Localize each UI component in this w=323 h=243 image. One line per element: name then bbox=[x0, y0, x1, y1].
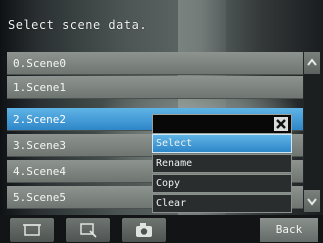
zoom-view-icon bbox=[80, 223, 97, 238]
context-menu-header bbox=[152, 114, 292, 134]
menu-item-select[interactable]: Select bbox=[152, 134, 292, 153]
page-title: Select scene data. bbox=[8, 18, 148, 32]
menu-item-rename[interactable]: Rename bbox=[152, 154, 292, 173]
chevron-up-icon bbox=[307, 58, 317, 66]
scene-list-item-1[interactable]: 1.Scene1 bbox=[7, 76, 303, 99]
scene-list-item-0[interactable]: 0.Scene0 bbox=[7, 52, 303, 75]
zoom-view-button[interactable] bbox=[66, 218, 110, 242]
bottom-toolbar: Back bbox=[0, 215, 323, 243]
close-icon bbox=[276, 119, 286, 129]
camera-button[interactable] bbox=[122, 218, 166, 242]
camera-icon bbox=[136, 223, 152, 237]
scroll-up-button[interactable] bbox=[304, 52, 320, 74]
display-frame-icon bbox=[23, 224, 41, 236]
back-button[interactable]: Back bbox=[260, 218, 318, 242]
scroll-down-button[interactable] bbox=[304, 190, 320, 212]
display-frame-button[interactable] bbox=[10, 218, 54, 242]
scene-list-scrollbar[interactable] bbox=[304, 52, 320, 212]
scene-context-menu: Select Rename Copy Clear bbox=[152, 114, 292, 213]
chevron-down-icon bbox=[307, 198, 317, 206]
close-button[interactable] bbox=[274, 117, 288, 131]
menu-item-copy[interactable]: Copy bbox=[152, 174, 292, 193]
menu-item-clear[interactable]: Clear bbox=[152, 194, 292, 213]
